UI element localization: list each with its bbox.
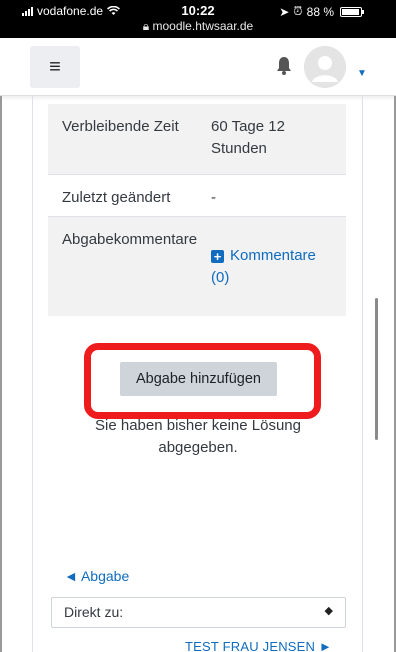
address-bar[interactable]: 🔒︎ moodle.htwsaar.de — [0, 19, 396, 34]
status-icons: ➤ ⏰︎ 88 % — [279, 4, 364, 19]
add-submission-button[interactable]: Abgabe hinzufügen — [120, 362, 277, 396]
hamburger-icon: ≡ — [49, 55, 61, 78]
row-label: Abgabekommentare — [62, 231, 198, 248]
battery-icon — [340, 6, 364, 17]
comments-label: Kommentare (0) — [211, 247, 316, 286]
status-bar: vodafone.de 10:22 🔒︎ moodle.htwsaar.de ➤… — [0, 0, 396, 38]
location-icon: ➤ — [279, 4, 290, 19]
comments-link[interactable]: + Kommentare (0) — [211, 247, 316, 286]
previous-activity-link[interactable]: ◄ Abgabe — [64, 568, 129, 584]
avatar[interactable] — [304, 46, 346, 88]
address-url: moodle.htwsaar.de — [152, 19, 254, 33]
table-row: Zuletzt geändert - — [48, 174, 346, 216]
page-border-left — [0, 96, 2, 652]
jump-to-select[interactable]: Direkt zu: ◆ — [51, 597, 346, 628]
alarm-icon: ⏰︎ — [293, 4, 303, 18]
scrollbar[interactable] — [375, 298, 378, 440]
row-value: 60 Tage 12 Stunden — [211, 118, 285, 157]
row-label: Verbleibende Zeit — [62, 118, 179, 135]
battery-percent: 88 % — [306, 4, 334, 19]
hamburger-menu-button[interactable]: ≡ — [30, 46, 80, 88]
table-row: Abgabekommentare + Kommentare (0) — [48, 216, 346, 316]
row-label: Zuletzt geändert — [62, 189, 171, 206]
select-arrows-icon: ◆ — [324, 605, 333, 617]
content-border-right — [362, 96, 363, 652]
content-border-left — [32, 96, 33, 652]
plus-icon: + — [211, 250, 224, 263]
bell-icon[interactable] — [274, 54, 294, 78]
submission-status-table: Verbleibende Zeit 60 Tage 12 Stunden Zul… — [48, 104, 346, 316]
user-icon — [304, 46, 346, 88]
row-value: + Kommentare (0) — [205, 217, 346, 316]
screen-edge — [366, 0, 396, 38]
lock-icon: 🔒︎ — [142, 19, 150, 33]
submission-notice: Sie haben bisher keine Lösung abgegeben. — [95, 417, 301, 456]
next-activity-link[interactable]: TEST FRAU JENSEN ► — [185, 639, 332, 652]
row-value: - — [211, 189, 216, 206]
top-navbar: ≡ ▼ — [0, 38, 396, 96]
table-row: Verbleibende Zeit 60 Tage 12 Stunden — [48, 104, 346, 174]
jump-to-label: Direkt zu: — [64, 604, 124, 620]
chevron-down-icon[interactable]: ▼ — [357, 68, 367, 79]
